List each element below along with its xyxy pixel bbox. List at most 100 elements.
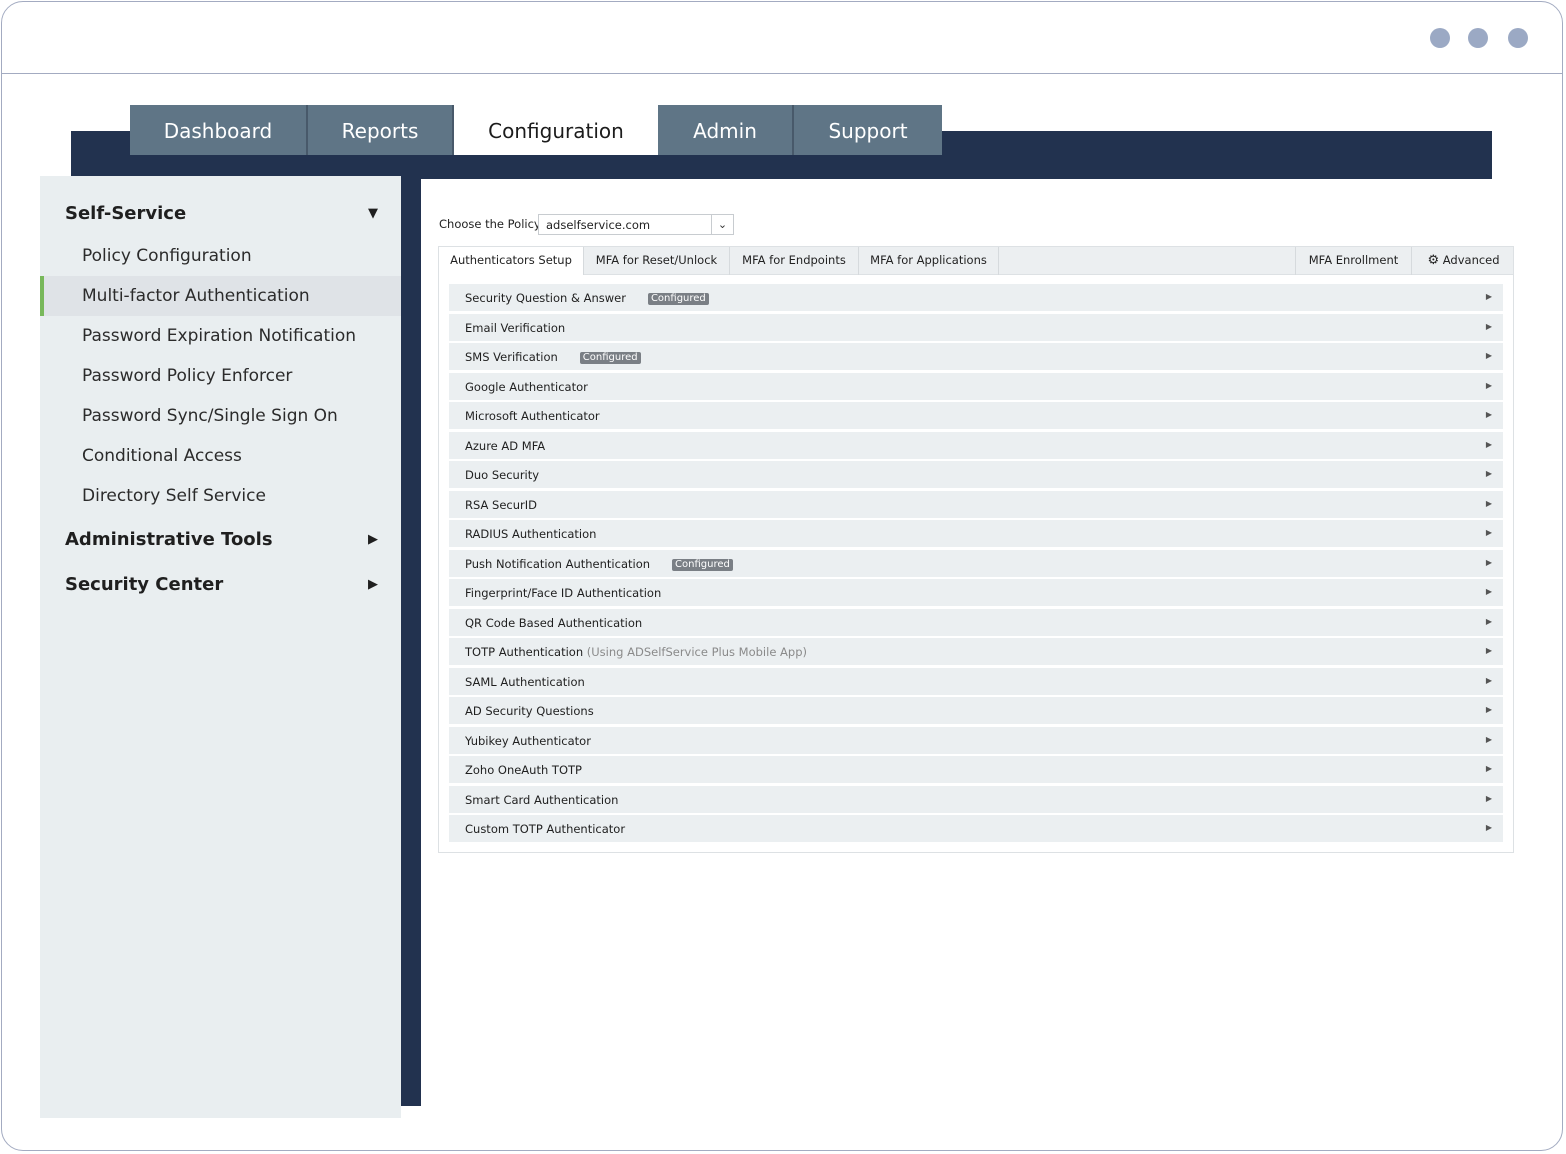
sidebar-item-policy-configuration[interactable]: Policy Configuration <box>40 236 401 276</box>
authenticator-row[interactable]: Security Question & Answer Configured ▶ <box>449 284 1503 311</box>
sidebar-item-password-policy-enforcer[interactable]: Password Policy Enforcer <box>40 356 401 396</box>
caret-right-icon: ▶ <box>1485 616 1492 626</box>
caret-right-icon: ▶ <box>1485 557 1492 567</box>
authenticator-row[interactable]: Email Verification ▶ <box>449 313 1503 341</box>
policy-select-value: adselfservice.com <box>546 218 651 232</box>
status-badge: Configured <box>672 558 733 571</box>
sidebar-item-password-sync[interactable]: Password Sync/Single Sign On <box>40 396 401 436</box>
status-badge: Configured <box>579 352 641 364</box>
caret-right-icon: ▶ <box>1485 351 1492 360</box>
tab-admin[interactable]: Admin <box>658 105 794 155</box>
authenticator-list: Security Question & Answer Configured ▶ E… <box>449 284 1503 845</box>
status-badge: Configured <box>647 293 709 305</box>
subtab-authenticators-setup[interactable]: Authenticators Setup <box>439 247 584 275</box>
caret-right-icon: ▶ <box>1485 469 1492 478</box>
caret-right-icon: ▶ <box>1485 410 1492 419</box>
content-divider <box>401 176 421 1106</box>
authenticator-label: Push Notification Authentication <box>465 556 651 571</box>
authenticator-label: Zoho OneAuth TOTP <box>465 763 582 777</box>
caret-right-icon: ▶ <box>1485 439 1492 449</box>
tab-reports[interactable]: Reports <box>308 105 454 155</box>
subtab-advanced[interactable]: ⚙ Advanced <box>1411 247 1515 275</box>
authenticator-label: Microsoft Authenticator <box>465 409 600 423</box>
policy-select[interactable]: adselfservice.com ⌄ <box>538 214 734 235</box>
caret-right-icon: ▶ <box>1485 321 1492 331</box>
authenticator-row[interactable]: Microsoft Authenticator ▶ <box>449 402 1503 429</box>
caret-right-icon: ▶ <box>1485 734 1492 744</box>
tab-support[interactable]: Support <box>794 105 942 155</box>
window-control-dot[interactable] <box>1468 28 1488 48</box>
caret-right-icon: ▶ <box>1485 646 1492 655</box>
authenticator-row[interactable]: Fingerprint/Face ID Authentication ▶ <box>449 579 1503 606</box>
authenticator-row[interactable]: TOTP Authentication (Using ADSelfService… <box>449 638 1503 665</box>
authenticator-row[interactable]: Push Notification Authentication Configur… <box>449 549 1503 577</box>
authenticator-label: Duo Security <box>465 468 540 482</box>
authenticator-row[interactable]: SAML Authentication ▶ <box>449 667 1503 695</box>
authenticator-label: Yubikey Authenticator <box>465 733 591 748</box>
sub-tabs: Authenticators Setup MFA for Reset/Unloc… <box>439 247 1513 275</box>
authenticator-row[interactable]: Yubikey Authenticator ▶ <box>449 726 1503 754</box>
authenticators-panel: Authenticators Setup MFA for Reset/Unloc… <box>438 246 1514 853</box>
tab-configuration[interactable]: Configuration <box>454 105 658 155</box>
authenticator-label: SMS Verification <box>465 350 558 364</box>
authenticator-label: Google Authenticator <box>465 379 588 394</box>
authenticator-label: AD Security Questions <box>465 704 594 718</box>
window-titlebar <box>2 2 1562 74</box>
authenticator-note: (Using ADSelfService Plus Mobile App) <box>586 645 808 659</box>
caret-right-icon[interactable]: ▶ <box>368 532 378 547</box>
tab-dashboard[interactable]: Dashboard <box>130 105 308 155</box>
authenticator-label: RADIUS Authentication <box>465 527 597 541</box>
authenticator-row[interactable]: RSA SecurID ▶ <box>449 490 1503 518</box>
caret-right-icon: ▶ <box>1485 528 1492 537</box>
authenticator-row[interactable]: Custom TOTP Authenticator ▶ <box>449 815 1503 842</box>
subtab-mfa-enrollment[interactable]: MFA Enrollment <box>1295 247 1411 275</box>
caret-right-icon: ▶ <box>1485 675 1492 685</box>
caret-right-icon: ▶ <box>1485 292 1492 301</box>
authenticator-row[interactable]: Zoho OneAuth TOTP ▶ <box>449 756 1503 783</box>
caret-right-icon: ▶ <box>1485 587 1492 596</box>
authenticator-row[interactable]: Google Authenticator ▶ <box>449 372 1503 400</box>
authenticator-label: Custom TOTP Authenticator <box>465 822 626 836</box>
caret-right-icon: ▶ <box>1485 793 1492 803</box>
authenticator-label: Azure AD MFA <box>465 438 546 453</box>
subtab-mfa-applications[interactable]: MFA for Applications <box>859 247 999 275</box>
sidebar-item-directory-self-service[interactable]: Directory Self Service <box>40 476 401 516</box>
caret-right-icon[interactable]: ▶ <box>368 577 378 592</box>
caret-right-icon: ▶ <box>1485 823 1492 832</box>
sidebar-section-self-service[interactable]: Self-Service <box>65 203 186 224</box>
authenticator-label: RSA SecurID <box>465 497 537 512</box>
authenticator-label: TOTP Authentication <box>465 645 584 659</box>
caret-down-icon[interactable]: ▼ <box>368 206 378 221</box>
sidebar-section-administrative-tools[interactable]: Administrative Tools <box>65 529 273 550</box>
sidebar-item-password-expiration-notification[interactable]: Password Expiration Notification <box>40 316 401 356</box>
sidebar: Self-Service ▼ Policy Configuration Mult… <box>40 176 401 1118</box>
authenticator-row[interactable]: QR Code Based Authentication ▶ <box>449 608 1503 636</box>
sidebar-item-conditional-access[interactable]: Conditional Access <box>40 436 401 476</box>
authenticator-label: Email Verification <box>465 320 566 335</box>
chevron-down-icon[interactable]: ⌄ <box>711 215 733 234</box>
subtab-mfa-endpoints[interactable]: MFA for Endpoints <box>730 247 859 275</box>
main-tabs: Dashboard Reports Configuration Admin Su… <box>130 105 942 155</box>
authenticator-label: QR Code Based Authentication <box>465 615 643 630</box>
authenticator-row[interactable]: SMS Verification Configured ▶ <box>449 343 1503 370</box>
authenticator-row[interactable]: AD Security Questions ▶ <box>449 697 1503 724</box>
authenticator-label: SAML Authentication <box>465 674 585 689</box>
authenticator-label: Security Question & Answer <box>465 291 626 305</box>
window-control-dot[interactable] <box>1508 28 1528 48</box>
caret-right-icon: ▶ <box>1485 705 1492 714</box>
authenticator-row[interactable]: Smart Card Authentication ▶ <box>449 785 1503 813</box>
window-control-dot[interactable] <box>1430 28 1450 48</box>
authenticator-row[interactable]: RADIUS Authentication ▶ <box>449 520 1503 547</box>
sidebar-section-security-center[interactable]: Security Center <box>65 574 223 595</box>
authenticator-row[interactable]: Azure AD MFA ▶ <box>449 431 1503 459</box>
subtab-advanced-label: Advanced <box>1442 253 1500 267</box>
caret-right-icon: ▶ <box>1485 764 1492 773</box>
gear-icon: ⚙ <box>1427 253 1440 268</box>
caret-right-icon: ▶ <box>1485 498 1492 508</box>
caret-right-icon: ▶ <box>1485 380 1492 390</box>
authenticator-row[interactable]: Duo Security ▶ <box>449 461 1503 488</box>
authenticator-label: Fingerprint/Face ID Authentication <box>465 586 662 600</box>
authenticator-label: Smart Card Authentication <box>465 792 619 807</box>
sidebar-item-multi-factor-authentication[interactable]: Multi-factor Authentication <box>40 276 401 316</box>
subtab-mfa-reset-unlock[interactable]: MFA for Reset/Unlock <box>584 247 730 275</box>
